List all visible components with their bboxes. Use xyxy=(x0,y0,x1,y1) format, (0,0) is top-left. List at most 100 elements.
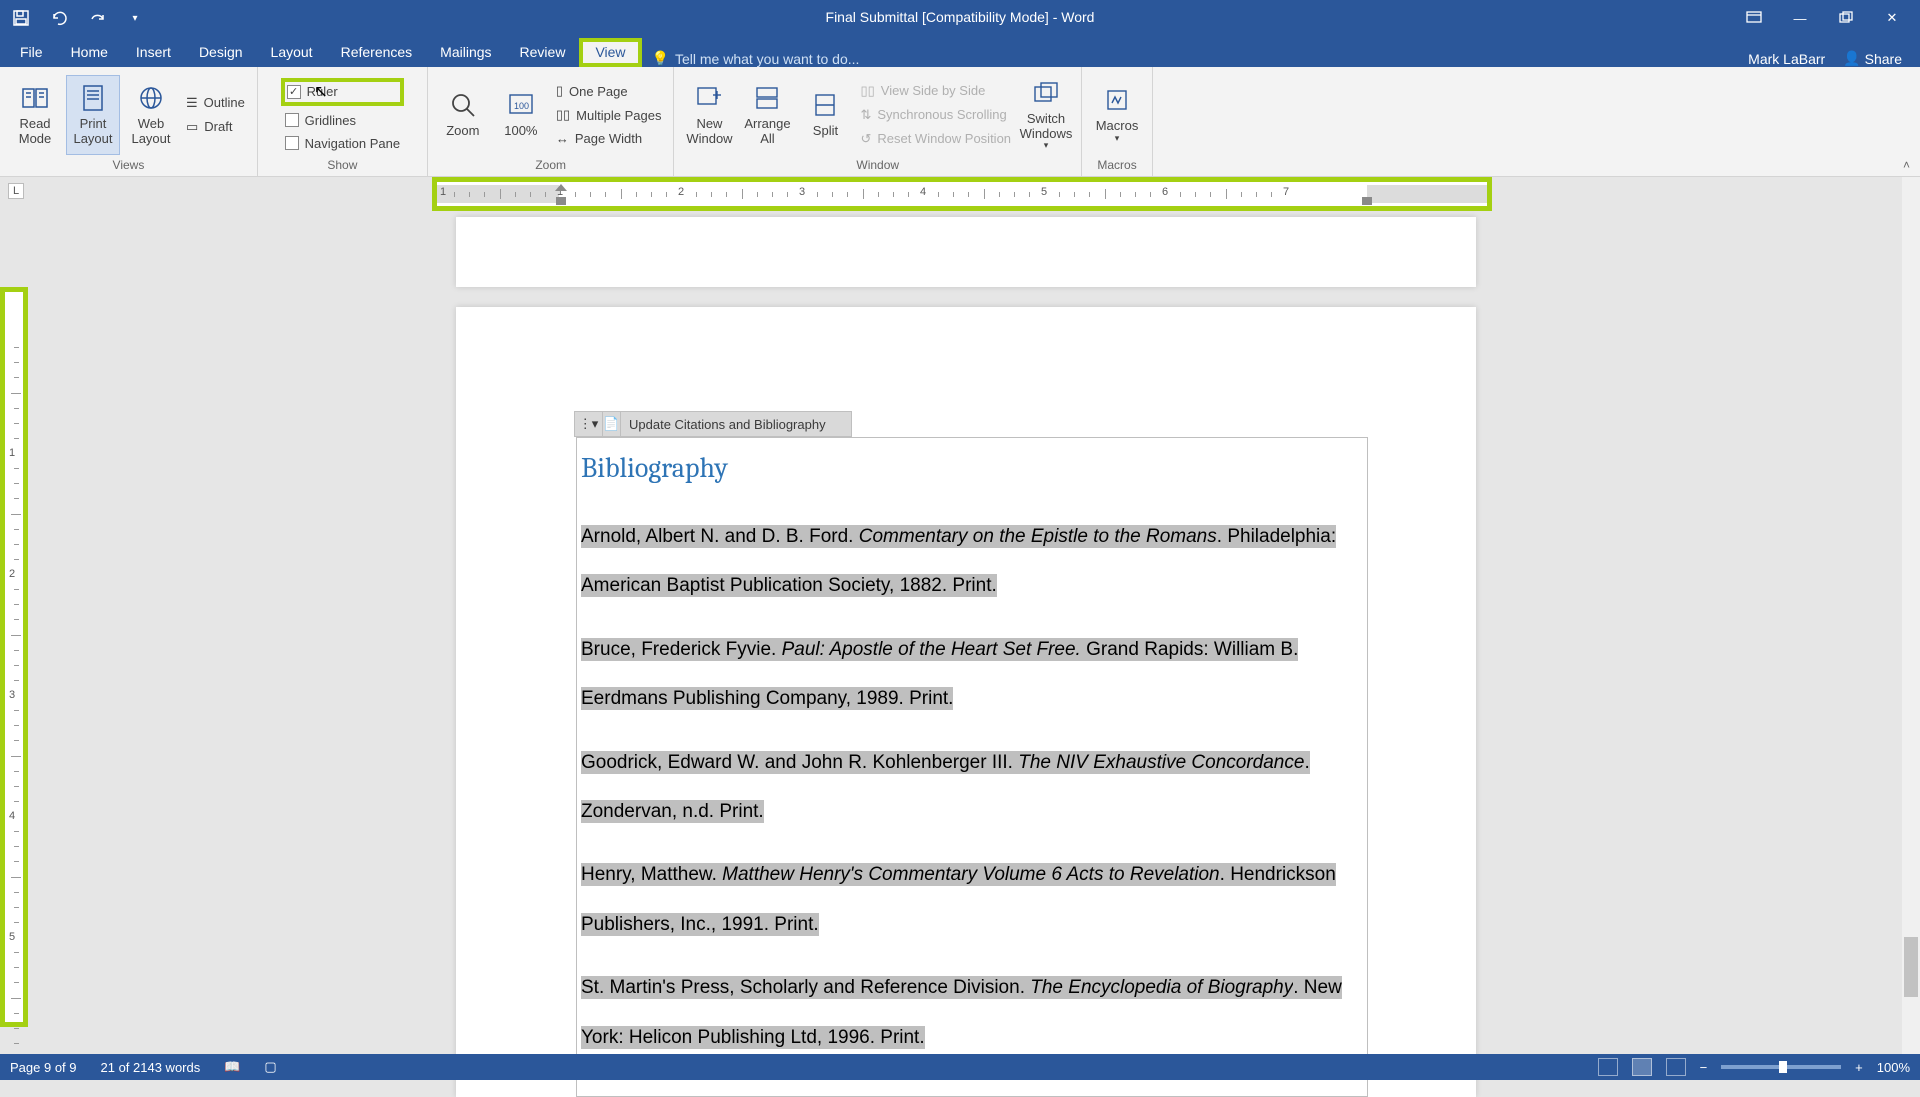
zoom-slider-thumb[interactable] xyxy=(1779,1061,1787,1073)
field-handle-icon[interactable]: ⋮▾ xyxy=(575,412,603,436)
multiple-pages-icon: ▯▯ xyxy=(556,107,570,123)
bibliography-entry[interactable]: Goodrick, Edward W. and John R. Kohlenbe… xyxy=(581,738,1363,837)
macro-recording-icon[interactable]: ▢ xyxy=(264,1059,276,1075)
read-mode-button[interactable]: Read Mode xyxy=(8,75,62,155)
draft-button[interactable]: ▭Draft xyxy=(182,118,249,136)
group-views: Read Mode Print Layout Web Layout ☰Outli… xyxy=(0,67,258,176)
outline-icon: ☰ xyxy=(186,95,198,111)
tab-file[interactable]: File xyxy=(6,38,57,67)
tab-review[interactable]: Review xyxy=(506,38,580,67)
account-name[interactable]: Mark LaBarr xyxy=(1748,51,1825,67)
zoom-level[interactable]: 100% xyxy=(1877,1060,1910,1075)
save-icon[interactable] xyxy=(10,7,32,29)
title-bar: ▾ Final Submittal [Compatibility Mode] -… xyxy=(0,0,1920,36)
print-layout-button[interactable]: Print Layout xyxy=(66,75,120,155)
zoom-100-button[interactable]: 100 100% xyxy=(494,75,548,155)
bibliography-entry[interactable]: St. Martin's Press, Scholarly and Refere… xyxy=(581,963,1363,1062)
maximize-icon[interactable] xyxy=(1836,11,1856,26)
zoom-button[interactable]: Zoom xyxy=(436,75,490,155)
print-layout-label: Print Layout xyxy=(67,117,119,146)
web-layout-view-icon[interactable] xyxy=(1666,1058,1686,1076)
gridlines-checkbox[interactable]: Gridlines xyxy=(281,112,404,129)
update-field-icon[interactable]: 📄 xyxy=(603,412,621,436)
split-label: Split xyxy=(813,124,838,138)
split-button[interactable]: Split xyxy=(798,75,852,155)
page-width-icon: ↔ xyxy=(556,131,569,146)
share-button[interactable]: 👤 Share xyxy=(1843,50,1902,67)
arrange-all-label: Arrange All xyxy=(740,117,794,146)
tell-me-search[interactable]: 💡 Tell me what you want to do... xyxy=(642,50,860,67)
group-macros-label: Macros xyxy=(1090,158,1144,174)
read-mode-view-icon[interactable] xyxy=(1598,1058,1618,1076)
switch-windows-button[interactable]: Switch Windows ▾ xyxy=(1019,75,1073,155)
zoom-slider[interactable] xyxy=(1721,1065,1841,1069)
close-icon[interactable]: ✕ xyxy=(1882,10,1902,26)
tab-layout[interactable]: Layout xyxy=(257,38,327,67)
tab-design[interactable]: Design xyxy=(185,38,257,67)
tab-mailings[interactable]: Mailings xyxy=(426,38,505,67)
page-number-status[interactable]: Page 9 of 9 xyxy=(10,1060,77,1075)
zoom-out-button[interactable]: − xyxy=(1700,1060,1708,1075)
ruler-checkbox[interactable]: ✓ Ruler ↖ xyxy=(281,78,404,106)
navigation-pane-checkbox[interactable]: Navigation Pane xyxy=(281,135,404,152)
redo-icon[interactable] xyxy=(86,7,108,29)
tab-selector[interactable]: L xyxy=(8,183,24,199)
zoom-icon xyxy=(446,90,480,120)
bibliography-entry[interactable]: Henry, Matthew. Matthew Henry's Commenta… xyxy=(581,850,1363,949)
new-window-icon xyxy=(692,83,726,113)
new-window-button[interactable]: New Window xyxy=(682,75,736,155)
tab-home[interactable]: Home xyxy=(57,38,122,67)
reset-window-position-button: ↺ Reset Window Position xyxy=(856,130,1015,148)
bibliography-entry[interactable]: Bruce, Frederick Fyvie. Paul: Apostle of… xyxy=(581,625,1363,724)
group-zoom-label: Zoom xyxy=(436,158,666,174)
print-layout-view-icon[interactable] xyxy=(1632,1058,1652,1076)
macros-label: Macros xyxy=(1096,119,1139,133)
tab-view[interactable]: View xyxy=(579,38,641,67)
share-label: Share xyxy=(1865,51,1902,67)
tab-insert[interactable]: Insert xyxy=(122,38,185,67)
read-mode-icon xyxy=(18,83,52,113)
tab-references[interactable]: References xyxy=(327,38,427,67)
qat-customize-icon[interactable]: ▾ xyxy=(124,7,146,29)
horizontal-ruler[interactable]: 11234567 xyxy=(432,177,1492,211)
macros-button[interactable]: Macros ▾ xyxy=(1090,75,1144,155)
one-page-button[interactable]: ▯ One Page xyxy=(552,82,666,100)
page-width-button[interactable]: ↔Page Width xyxy=(552,130,666,147)
one-page-icon: ▯ xyxy=(556,83,563,99)
scrollbar-thumb[interactable] xyxy=(1904,937,1918,997)
word-count-status[interactable]: 21 of 2143 words xyxy=(101,1060,201,1075)
zoom-label: Zoom xyxy=(446,124,479,138)
zoom-100-icon: 100 xyxy=(504,90,538,120)
zoom-in-button[interactable]: + xyxy=(1855,1060,1863,1075)
multiple-pages-button[interactable]: ▯▯Multiple Pages xyxy=(552,106,666,124)
web-layout-button[interactable]: Web Layout xyxy=(124,75,178,155)
chevron-down-icon: ▾ xyxy=(1115,134,1120,144)
ribbon-tabs: File Home Insert Design Layout Reference… xyxy=(0,36,1920,67)
bibliography-field-control[interactable]: ⋮▾ 📄 Update Citations and Bibliography xyxy=(574,411,852,437)
bibliography-entry[interactable]: Arnold, Albert N. and D. B. Ford. Commen… xyxy=(581,512,1363,611)
document-body[interactable]: Bibliography Arnold, Albert N. and D. B.… xyxy=(576,437,1366,1097)
arrange-all-button[interactable]: Arrange All xyxy=(740,75,794,155)
ribbon: Read Mode Print Layout Web Layout ☰Outli… xyxy=(0,67,1920,177)
sync-scroll-icon: ⇅ xyxy=(860,107,871,123)
side-by-side-icon: ▯▯ xyxy=(860,83,874,99)
reset-window-position-label: Reset Window Position xyxy=(877,131,1011,146)
read-mode-label: Read Mode xyxy=(8,117,62,146)
ribbon-display-options-icon[interactable] xyxy=(1744,11,1764,26)
one-page-label: One Page xyxy=(569,84,628,99)
window-controls: — ✕ xyxy=(1744,10,1920,26)
vertical-scrollbar[interactable] xyxy=(1902,177,1920,1054)
spelling-status-icon[interactable]: 📖 xyxy=(224,1059,240,1075)
checkbox-icon xyxy=(285,136,299,150)
vertical-ruler[interactable]: 12345 xyxy=(0,287,28,1027)
minimize-icon[interactable]: — xyxy=(1790,11,1810,26)
undo-icon[interactable] xyxy=(48,7,70,29)
lightbulb-icon: 💡 xyxy=(652,50,669,67)
outline-button[interactable]: ☰Outline xyxy=(182,94,249,112)
document-workspace: L 11234567 12345 ⋮▾ 📄 Update Citations a… xyxy=(0,177,1920,1054)
view-side-by-side-button: ▯▯View Side by Side xyxy=(856,82,1015,100)
reset-window-icon: ↺ xyxy=(860,131,871,147)
group-views-label: Views xyxy=(8,158,249,174)
collapse-ribbon-icon[interactable]: ˄ xyxy=(1903,158,1910,172)
checkbox-checked-icon: ✓ xyxy=(287,85,301,99)
